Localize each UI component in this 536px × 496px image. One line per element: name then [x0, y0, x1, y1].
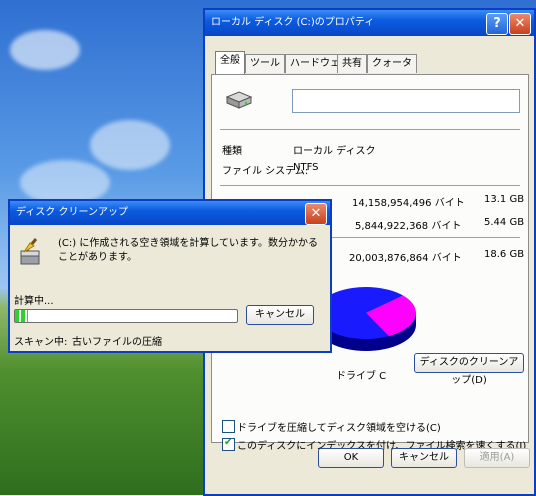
cleanup-dialog: ディスク クリーンアップ ✕ (C:) に作成される空き領域を計算しています。数… [8, 199, 332, 353]
properties-title: ローカル ディスク (C:)のプロパティ [211, 17, 375, 28]
free-gb: 5.44 GB [484, 217, 525, 228]
cancel-button[interactable]: キャンセル [391, 448, 457, 468]
cleanup-title: ディスク クリーンアップ [16, 207, 128, 218]
apply-button[interactable]: 適用(A) [464, 448, 530, 468]
properties-titlebar[interactable]: ローカル ディスク (C:)のプロパティ ? ✕ [205, 10, 534, 36]
used-gb: 13.1 GB [484, 194, 525, 205]
cleanup-broom-icon [20, 238, 40, 265]
type-label: 種類 [222, 146, 242, 157]
cloud [90, 120, 170, 170]
filesystem-value: NTFS [293, 162, 319, 173]
help-button[interactable]: ? [486, 13, 508, 35]
drive-label: ドライブ C [336, 371, 387, 382]
cleanup-message: (C:) に作成される空き領域を計算しています。数分かかることがあります。 [58, 238, 319, 263]
progress-bar [14, 309, 238, 323]
tab-strip: 全般 ツール ハードウェア 共有 クォータ [211, 51, 527, 74]
tab-sharing[interactable]: 共有 [337, 54, 367, 73]
ok-button[interactable]: OK [318, 448, 384, 468]
tab-general[interactable]: 全般 [215, 51, 245, 74]
capacity-bytes: 20,003,876,864 バイト [349, 253, 462, 264]
index-checkbox[interactable]: ✔ [222, 437, 235, 451]
compress-label: ドライブを圧縮してディスク領域を空ける(C) [237, 423, 441, 434]
tab-quota[interactable]: クォータ [367, 54, 417, 73]
cloud [10, 30, 80, 70]
tab-tools[interactable]: ツール [245, 54, 285, 73]
divider [220, 185, 520, 186]
volume-name-input[interactable] [292, 89, 520, 113]
type-value: ローカル ディスク [293, 146, 376, 157]
cleanup-titlebar[interactable]: ディスク クリーンアップ ✕ [10, 201, 330, 225]
close-button[interactable]: ✕ [509, 13, 531, 35]
cleanup-close-button[interactable]: ✕ [305, 203, 327, 225]
compress-checkbox[interactable] [222, 420, 235, 433]
cleanup-cancel-button[interactable]: キャンセル [246, 305, 314, 325]
scanning-value: 古いファイルの圧縮 [72, 337, 162, 348]
progress-fill [15, 310, 29, 322]
disk-cleanup-button[interactable]: ディスクのクリーンアップ(D) [414, 353, 524, 386]
disk-drive-icon [225, 91, 253, 109]
scanning-label: スキャン中: [14, 337, 68, 348]
divider [332, 237, 520, 238]
used-bytes: 14,158,954,496 バイト [352, 198, 465, 209]
divider [220, 129, 520, 130]
capacity-gb: 18.6 GB [484, 249, 525, 260]
calculating-label: 計算中... [14, 296, 54, 307]
free-bytes: 5,844,922,368 バイト [355, 221, 462, 232]
